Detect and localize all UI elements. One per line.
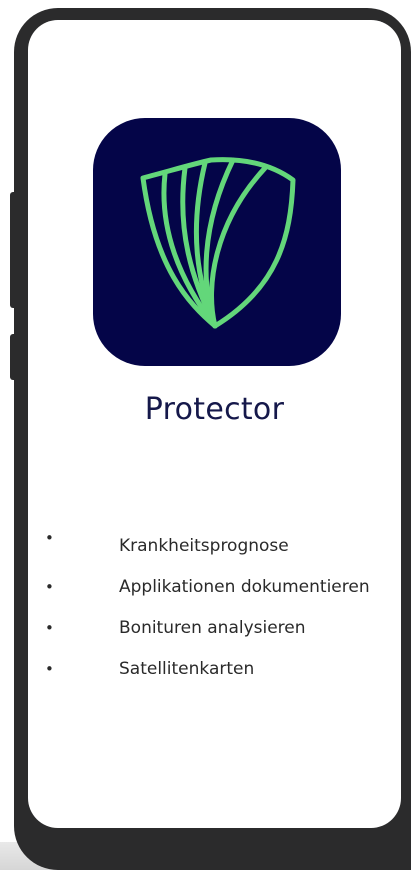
shield-leaf-logo-icon (140, 157, 296, 329)
app-title: Protector (144, 392, 285, 427)
feature-label: Krankheitsprognose (119, 536, 289, 556)
feature-label: Bonituren analysieren (119, 618, 306, 638)
feature-label: Satellitenkarten (119, 659, 255, 679)
app-icon[interactable] (93, 118, 341, 366)
list-item: • Applikationen dokumentieren (28, 569, 401, 606)
list-item: • Satellitenkarten (28, 651, 401, 688)
bullet-icon: • (45, 619, 54, 637)
bullet-icon: • (45, 529, 54, 547)
phone-screen: Protector • Krankheitsprognose • Applika… (28, 20, 401, 828)
bullet-icon: • (45, 578, 54, 596)
feature-list: • Krankheitsprognose • Applikationen dok… (28, 520, 401, 692)
feature-label: Applikationen dokumentieren (119, 577, 370, 597)
list-item: • Bonituren analysieren (28, 610, 401, 647)
bullet-icon: • (45, 660, 54, 678)
list-item: • Krankheitsprognose (28, 520, 401, 565)
